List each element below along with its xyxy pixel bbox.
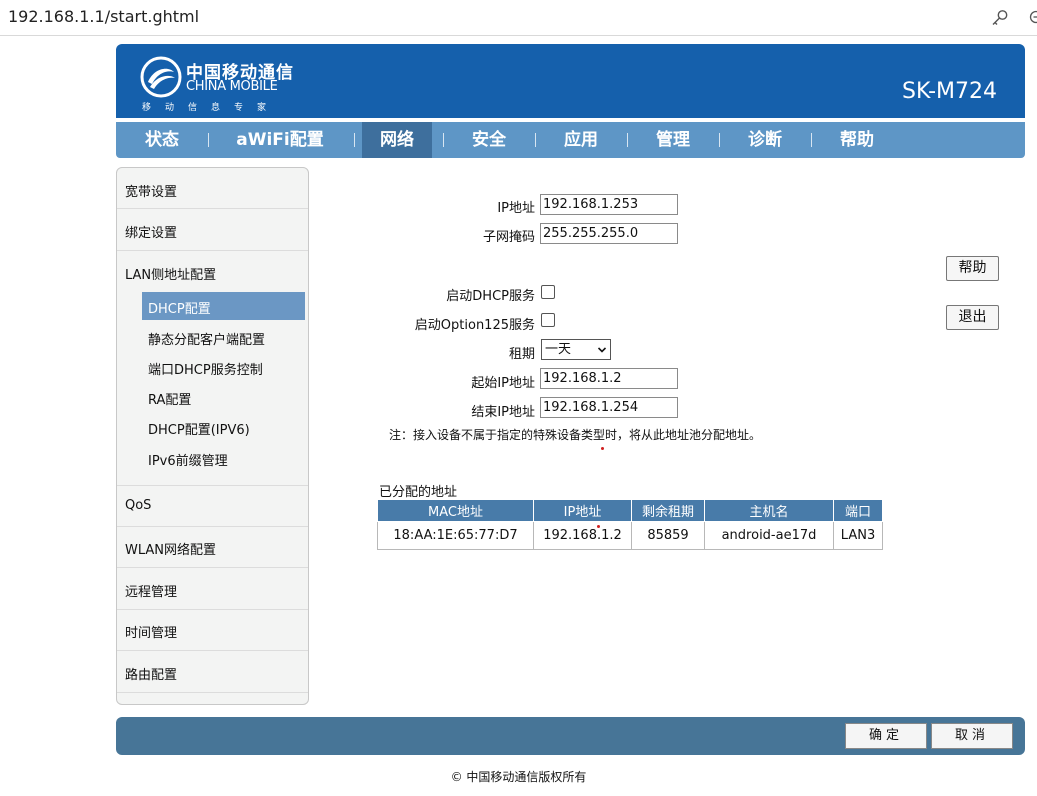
lease-label: 租期 <box>508 347 535 362</box>
assigned-addresses-table: MAC地址 IP地址 剩余租期 主机名 端口 18:AA:1E:65:77:D7… <box>377 499 883 550</box>
main-nav: 状态 aWiFi配置 网络 安全 应用 管理 诊断 帮助 <box>116 122 1025 158</box>
nav-separator <box>535 133 536 147</box>
sidebar-divider <box>117 650 308 651</box>
copyright-text: © 中国移动通信版权所有 <box>450 770 587 784</box>
lease-selected-value: 一天 <box>545 342 572 357</box>
nav-awifi[interactable]: aWiFi配置 <box>216 122 344 158</box>
option125-checkbox[interactable] <box>541 313 555 327</box>
subnet-mask-input[interactable]: 255.255.255.0 <box>540 223 678 244</box>
red-marker-dot <box>601 447 604 450</box>
cell-lease-remaining: 85859 <box>631 521 705 550</box>
action-bar: 确定 取消 <box>116 717 1025 755</box>
sidebar-item-binding[interactable]: 绑定设置 <box>125 222 177 241</box>
sidebar: 宽带设置 绑定设置 LAN侧地址配置 DHCP配置 静态分配客户端配置 端口DH… <box>116 167 309 705</box>
nav-separator <box>627 133 628 147</box>
sidebar-item-time-mgmt[interactable]: 时间管理 <box>125 622 177 641</box>
sidebar-divider <box>117 692 308 693</box>
key-icon[interactable] <box>990 8 1010 28</box>
nav-separator <box>811 133 812 147</box>
sidebar-divider <box>117 208 308 209</box>
nav-security[interactable]: 安全 <box>453 122 525 158</box>
sidebar-item-lan-address[interactable]: LAN侧地址配置 <box>125 264 216 283</box>
sidebar-sub-dhcpv6[interactable]: DHCP配置(IPV6) <box>148 419 250 438</box>
start-ip-input[interactable]: 192.168.1.2 <box>540 368 678 389</box>
sidebar-divider <box>117 250 308 251</box>
red-marker-dot <box>597 525 600 528</box>
nav-separator <box>443 133 444 147</box>
help-button[interactable]: 帮助 <box>946 256 999 281</box>
option125-label: 启动Option125服务 <box>414 318 535 333</box>
ip-address-input[interactable]: 192.168.1.253 <box>540 194 678 215</box>
sidebar-item-routing[interactable]: 路由配置 <box>125 664 177 683</box>
sidebar-sub-port-dhcp[interactable]: 端口DHCP服务控制 <box>148 359 263 378</box>
sidebar-divider <box>117 609 308 610</box>
end-ip-input[interactable]: 192.168.1.254 <box>540 397 678 418</box>
lease-select[interactable]: 一天 <box>541 339 611 360</box>
ip-address-label: IP地址 <box>497 201 535 216</box>
dhcp-service-label: 启动DHCP服务 <box>446 289 535 304</box>
sidebar-item-qos[interactable]: QoS <box>125 498 151 513</box>
nav-applications[interactable]: 应用 <box>545 122 617 158</box>
nav-separator <box>719 133 720 147</box>
browser-address-bar[interactable]: 192.168.1.1/start.ghtml <box>0 0 1037 36</box>
cell-hostname: android-ae17d <box>704 521 834 550</box>
nav-help[interactable]: 帮助 <box>821 122 893 158</box>
nav-separator <box>208 133 209 147</box>
nav-network[interactable]: 网络 <box>362 122 432 158</box>
logo-text-en: CHINA MOBILE <box>186 79 278 94</box>
nav-management[interactable]: 管理 <box>637 122 709 158</box>
col-mac: MAC地址 <box>377 499 534 522</box>
start-ip-label: 起始IP地址 <box>471 376 535 391</box>
zoom-icon[interactable] <box>1028 8 1037 28</box>
logout-button[interactable]: 退出 <box>946 305 999 330</box>
sidebar-item-wlan[interactable]: WLAN网络配置 <box>125 539 216 558</box>
subnet-mask-label: 子网掩码 <box>482 230 535 245</box>
table-row: 18:AA:1E:65:77:D7 192.168.1.2 85859 andr… <box>377 521 883 550</box>
end-ip-label: 结束IP地址 <box>471 405 535 420</box>
col-port: 端口 <box>833 499 883 522</box>
china-mobile-logo: 中国移动通信 CHINA MOBILE 移动信息专家 <box>140 54 310 113</box>
sidebar-item-remote-mgmt[interactable]: 远程管理 <box>125 581 177 600</box>
cancel-button[interactable]: 取消 <box>931 723 1013 749</box>
cell-mac: 18:AA:1E:65:77:D7 <box>377 521 534 550</box>
sidebar-sub-static-clients[interactable]: 静态分配客户端配置 <box>148 329 265 348</box>
sidebar-sub-label: DHCP配置 <box>148 302 211 317</box>
sidebar-divider <box>117 567 308 568</box>
sidebar-sub-ra[interactable]: RA配置 <box>148 389 191 408</box>
nav-separator <box>354 133 355 147</box>
sidebar-sub-ipv6-prefix[interactable]: IPv6前缀管理 <box>148 450 228 469</box>
assigned-addresses-title: 已分配的地址 <box>379 485 458 500</box>
logo-emblem-icon <box>140 56 182 98</box>
cell-port: LAN3 <box>833 521 883 550</box>
sidebar-divider <box>117 526 308 527</box>
sidebar-sub-dhcp[interactable]: DHCP配置 <box>142 292 305 320</box>
url-text[interactable]: 192.168.1.1/start.ghtml <box>8 7 199 26</box>
table-header-row: MAC地址 IP地址 剩余租期 主机名 端口 <box>377 499 883 522</box>
sidebar-item-broadband[interactable]: 宽带设置 <box>125 181 177 200</box>
col-hostname: 主机名 <box>704 499 834 522</box>
col-lease-remaining: 剩余租期 <box>631 499 705 522</box>
cell-ip: 192.168.1.2 <box>533 521 632 550</box>
chevron-down-icon <box>598 347 606 353</box>
address-pool-note: 注：接入设备不属于指定的特殊设备类型时，将从此地址池分配地址。 <box>389 428 762 442</box>
dhcp-service-checkbox[interactable] <box>541 285 555 299</box>
ok-button[interactable]: 确定 <box>845 723 927 749</box>
page-header: 中国移动通信 CHINA MOBILE 移动信息专家 SK-M724 <box>116 44 1025 118</box>
sidebar-divider <box>117 485 308 486</box>
col-ip: IP地址 <box>533 499 632 522</box>
device-model: SK-M724 <box>902 79 997 104</box>
logo-slogan: 移动信息专家 <box>142 103 281 113</box>
nav-status[interactable]: 状态 <box>116 122 208 158</box>
nav-diagnostics[interactable]: 诊断 <box>729 122 801 158</box>
